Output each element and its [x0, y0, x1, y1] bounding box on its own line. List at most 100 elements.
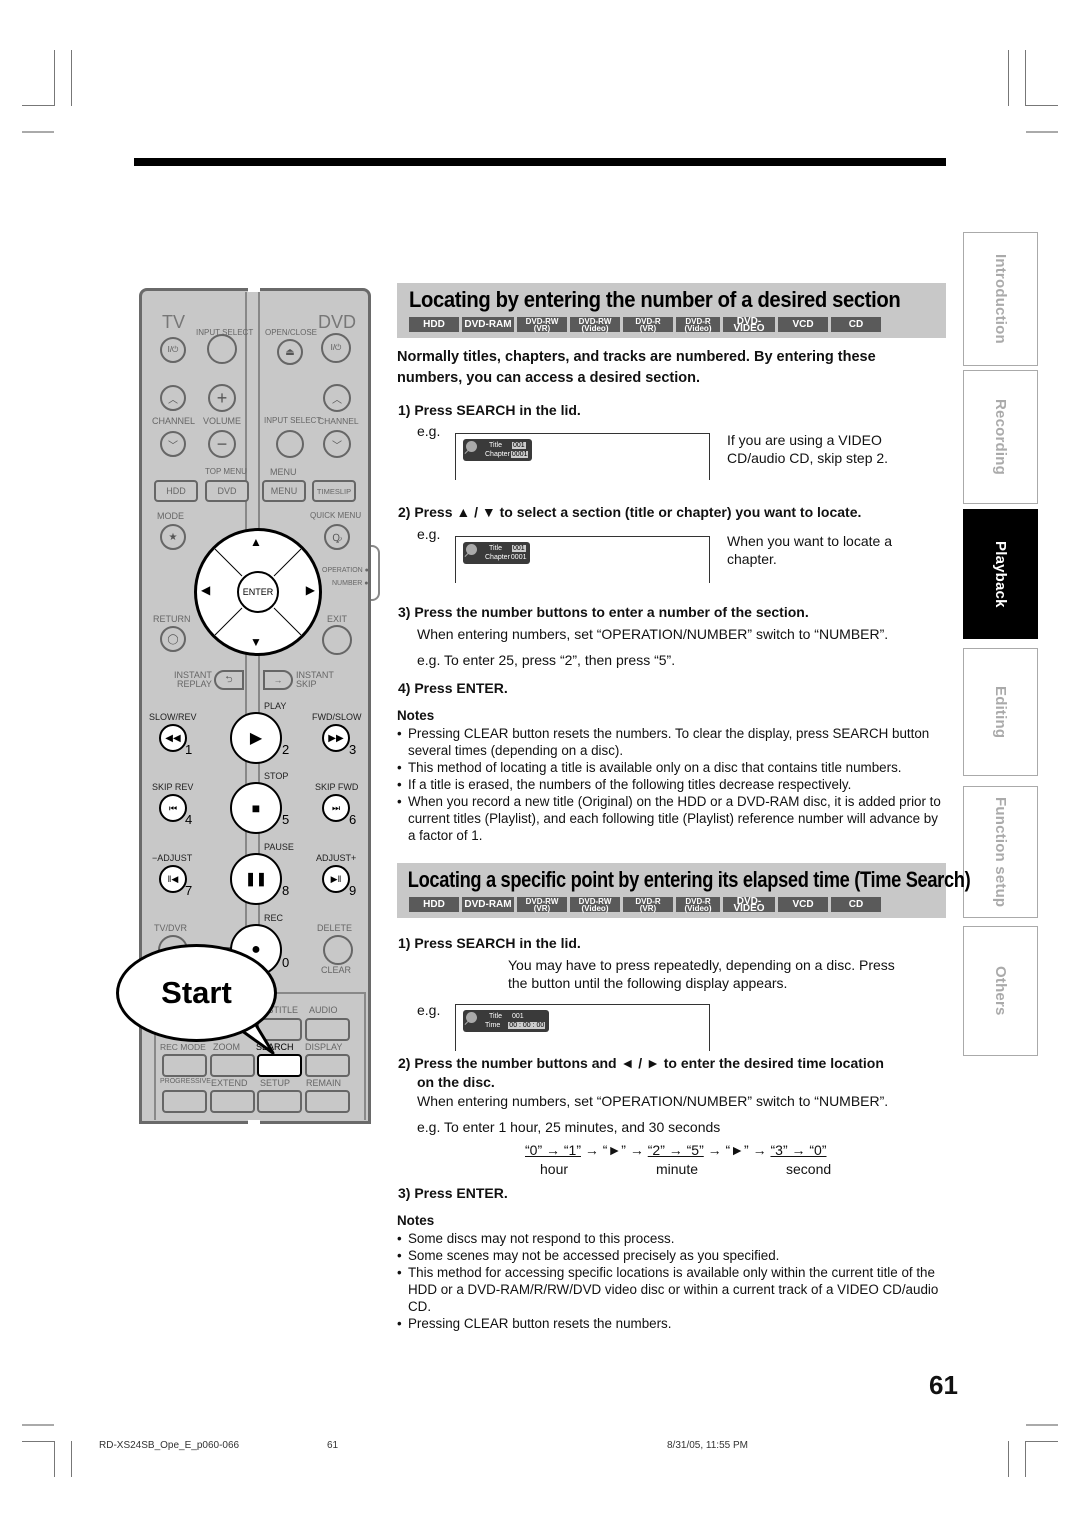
stop-icon: ■: [251, 800, 261, 816]
page-number: 61: [929, 1370, 958, 1400]
tv-channel-up-button[interactable]: ︿: [160, 385, 186, 411]
operation-switch[interactable]: [371, 545, 380, 601]
side-tab-playback[interactable]: Playback: [963, 509, 1038, 639]
tv-channel-down-button[interactable]: ﹀: [160, 431, 186, 457]
display-button[interactable]: [305, 1054, 350, 1077]
rec-mode-button[interactable]: [162, 1054, 207, 1077]
input-select-label: INPUT SELECT: [264, 416, 322, 425]
side-tab-recording[interactable]: Recording: [963, 370, 1038, 504]
input-select-button[interactable]: [207, 334, 237, 364]
frame-back-icon: ǁ◀: [167, 873, 179, 884]
crop-mark: [71, 50, 72, 106]
disc-badge-dvd-rw-video: DVD-RW (Video): [570, 317, 620, 332]
enter-button[interactable]: ENTER: [237, 571, 279, 613]
hdd-button[interactable]: HDD: [154, 480, 198, 502]
side-tab-function-setup[interactable]: Function setup: [963, 786, 1038, 918]
fwd-slow-button[interactable]: ▶▶: [322, 724, 350, 752]
channel-label: CHANNEL: [318, 416, 359, 426]
skip-fwd-button[interactable]: ⏭: [322, 794, 350, 822]
pause-button[interactable]: ❚❚: [230, 853, 282, 905]
side-tab-others[interactable]: Others: [963, 926, 1038, 1056]
return-button[interactable]: ◯: [160, 626, 186, 652]
right-arrow-button[interactable]: ▶: [306, 583, 315, 597]
badge-line: CD: [848, 899, 864, 910]
adjust-minus-button[interactable]: ǁ◀: [159, 865, 187, 893]
quick-menu-label: QUICK MENU: [310, 511, 362, 520]
side-tab-editing[interactable]: Editing: [963, 648, 1038, 776]
disc-badge-dvd-r-vr: DVD-R (VR): [623, 897, 673, 912]
dvd-power-button[interactable]: I/⏻: [321, 333, 351, 363]
timeslip-button[interactable]: TIMESLIP: [312, 480, 356, 502]
dvd-channel-up-button[interactable]: ︿: [323, 384, 351, 412]
crop-mark: [1008, 50, 1009, 106]
delete-clear-button[interactable]: [323, 935, 353, 965]
time-sequence: “0” → “1” → “►” → “2” → “5” → “►” → “3” …: [525, 1142, 827, 1158]
volume-up-button[interactable]: +: [208, 384, 236, 412]
volume-down-button[interactable]: −: [208, 430, 236, 458]
open-close-button[interactable]: ⏏: [277, 339, 303, 365]
instant-replay-button[interactable]: ⮌: [214, 670, 244, 690]
footer-page: 61: [327, 1440, 339, 1451]
label-minute: minute: [656, 1161, 699, 1177]
crop-mark: [71, 1441, 72, 1477]
number-3: 3: [349, 742, 357, 757]
progressive-button[interactable]: [162, 1090, 207, 1113]
fwd-slow-label: FWD/SLOW: [312, 712, 362, 722]
play-button[interactable]: ▶: [230, 712, 282, 764]
tv-power-button[interactable]: I/⏻: [160, 337, 186, 363]
step1-side-line1: If you are using a VIDEO: [727, 432, 882, 448]
up-arrow-button[interactable]: ▲: [250, 535, 262, 549]
rec-label: REC: [264, 913, 284, 923]
chevron-up-icon: ︿: [168, 394, 178, 406]
stop-button[interactable]: ■: [230, 782, 282, 834]
menu-button[interactable]: MENU: [262, 480, 306, 502]
search-button[interactable]: [257, 1054, 302, 1077]
adjust-plus-label: ADJUST+: [316, 853, 357, 863]
footer-timestamp: 8/31/05, 11:55 PM: [667, 1440, 748, 1451]
display-label: DISPLAY: [305, 1042, 343, 1052]
osd-search-display: Title001 Chapter0001: [463, 542, 531, 564]
clear-label: CLEAR: [321, 965, 352, 975]
slow-rev-button[interactable]: ◀◀: [159, 724, 187, 752]
disc-badges: HDD DVD-RAM DVD-RW (VR) DVD-RW (Video) DVD-R (V…: [397, 313, 946, 338]
minus-icon: −: [216, 433, 228, 454]
dvd-channel-down-button[interactable]: ﹀: [323, 430, 351, 458]
tv-label: TV: [162, 312, 186, 332]
exit-button[interactable]: [322, 625, 352, 655]
star-icon: ★: [168, 531, 178, 543]
dvd-input-select-button[interactable]: [276, 430, 304, 458]
audio-button[interactable]: [305, 1018, 350, 1041]
side-tab-introduction[interactable]: Introduction: [963, 232, 1038, 366]
left-arrow-button[interactable]: ◀: [201, 583, 210, 597]
operation-label: OPERATION ●: [322, 567, 369, 574]
top-rule: [134, 158, 946, 166]
volume-label: VOLUME: [203, 416, 242, 426]
seq-second: “3” → “0”: [770, 1142, 827, 1158]
down-arrow-button[interactable]: ▼: [250, 635, 262, 649]
zoom-button[interactable]: [210, 1054, 255, 1077]
note-item: Pressing CLEAR button resets the numbers…: [397, 1315, 947, 1332]
stop-label: STOP: [264, 771, 289, 781]
section1-title: Locating by entering the number of a des…: [408, 287, 901, 312]
setup-button[interactable]: [257, 1090, 302, 1113]
search-magnifier-icon: [466, 1012, 477, 1023]
instant-skip-button[interactable]: →: [263, 670, 293, 690]
badge-line: VCD: [792, 899, 814, 910]
disc-badge-cd: CD: [831, 897, 881, 912]
crop-mark: [54, 50, 55, 106]
disc-badges: HDD DVD-RAM DVD-RW (VR) DVD-RW (Video) DVD-R (V…: [397, 893, 946, 918]
mode-button[interactable]: ★: [160, 524, 186, 550]
adjust-plus-button[interactable]: ▶ǁ: [322, 865, 350, 893]
remain-button[interactable]: [305, 1090, 350, 1113]
extend-button[interactable]: [210, 1090, 255, 1113]
footer-file: RD-XS24SB_Ope_E_p060-066: [99, 1440, 240, 1451]
section1-step1: 1) Press SEARCH in the lid.: [398, 402, 581, 418]
badge-subline: (VR): [533, 903, 551, 913]
play-icon: ▶: [249, 730, 263, 747]
section1-step3-body: When entering numbers, set “OPERATION/NU…: [417, 626, 889, 642]
skip-rev-button[interactable]: ⏮: [159, 794, 187, 822]
crop-mark: [1008, 1441, 1009, 1477]
dvd-button[interactable]: DVD: [205, 480, 249, 502]
badge-subline: (VR): [639, 903, 657, 913]
quick-menu-button[interactable]: Ꝙ: [324, 524, 350, 550]
